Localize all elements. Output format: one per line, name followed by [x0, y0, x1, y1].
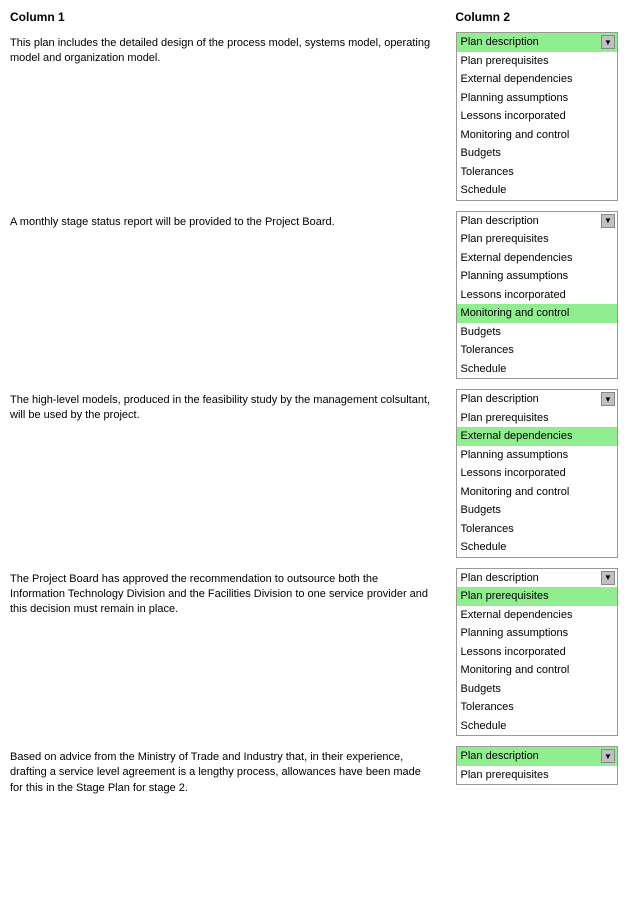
- list-item[interactable]: Plan prerequisites: [457, 230, 617, 249]
- list-item[interactable]: Monitoring and control: [457, 304, 617, 323]
- list-item[interactable]: Lessons incorporated: [457, 286, 617, 305]
- dropdown-list: Plan descriptionPlan prerequisites: [457, 747, 617, 784]
- header-row: Column 1 Column 2: [10, 10, 618, 24]
- col2-dropdown: ▼Plan descriptionPlan prerequisitesExter…: [456, 568, 618, 737]
- col2-dropdown: ▼Plan descriptionPlan prerequisitesExter…: [456, 32, 618, 201]
- list-item[interactable]: Schedule: [457, 181, 617, 200]
- list-item[interactable]: Tolerances: [457, 520, 617, 539]
- list-item[interactable]: Schedule: [457, 538, 617, 557]
- list-item[interactable]: Tolerances: [457, 163, 617, 182]
- list-item[interactable]: Plan prerequisites: [457, 52, 617, 71]
- list-item[interactable]: Budgets: [457, 501, 617, 520]
- dropdown-list: Plan descriptionPlan prerequisitesExtern…: [457, 390, 617, 557]
- dropdown-list: Plan descriptionPlan prerequisitesExtern…: [457, 569, 617, 736]
- list-item[interactable]: Planning assumptions: [457, 624, 617, 643]
- list-item[interactable]: Lessons incorporated: [457, 107, 617, 126]
- col2-header: Column 2: [455, 10, 618, 24]
- list-item[interactable]: Monitoring and control: [457, 483, 617, 502]
- table-row: This plan includes the detailed design o…: [10, 32, 618, 201]
- list-item[interactable]: Budgets: [457, 144, 617, 163]
- col2-dropdown: ▼Plan descriptionPlan prerequisitesExter…: [456, 211, 618, 380]
- dropdown-arrow-icon[interactable]: ▼: [601, 214, 615, 228]
- list-item[interactable]: Plan prerequisites: [457, 766, 617, 785]
- list-item[interactable]: External dependencies: [457, 427, 617, 446]
- dropdown-container: ▼Plan descriptionPlan prerequisitesExter…: [456, 211, 618, 380]
- dropdown-arrow-icon[interactable]: ▼: [601, 35, 615, 49]
- list-item[interactable]: Plan description: [457, 390, 617, 409]
- dropdown-arrow-icon[interactable]: ▼: [601, 392, 615, 406]
- list-item[interactable]: Schedule: [457, 360, 617, 379]
- list-item[interactable]: Planning assumptions: [457, 446, 617, 465]
- list-item[interactable]: Monitoring and control: [457, 661, 617, 680]
- table-row: Based on advice from the Ministry of Tra…: [10, 746, 618, 886]
- list-item[interactable]: Lessons incorporated: [457, 643, 617, 662]
- dropdown-arrow-icon[interactable]: ▼: [601, 749, 615, 763]
- list-item[interactable]: External dependencies: [457, 606, 617, 625]
- list-item[interactable]: Budgets: [457, 323, 617, 342]
- list-item[interactable]: External dependencies: [457, 70, 617, 89]
- list-item[interactable]: Plan description: [457, 747, 617, 766]
- table-row: A monthly stage status report will be pr…: [10, 211, 618, 380]
- list-item[interactable]: Tolerances: [457, 698, 617, 717]
- dropdown-container: ▼Plan descriptionPlan prerequisites: [456, 746, 618, 785]
- list-item[interactable]: Plan description: [457, 33, 617, 52]
- list-item[interactable]: Schedule: [457, 717, 617, 736]
- page: Column 1 Column 2 This plan includes the…: [0, 0, 628, 906]
- dropdown-arrow-icon[interactable]: ▼: [601, 571, 615, 585]
- list-item[interactable]: Budgets: [457, 680, 617, 699]
- dropdown-list: Plan descriptionPlan prerequisitesExtern…: [457, 212, 617, 379]
- dropdown-list: Plan descriptionPlan prerequisitesExtern…: [457, 33, 617, 200]
- dropdown-container: ▼Plan descriptionPlan prerequisitesExter…: [456, 389, 618, 558]
- col1-header: Column 1: [10, 10, 455, 24]
- table-row: The Project Board has approved the recom…: [10, 568, 618, 737]
- list-item[interactable]: Planning assumptions: [457, 89, 617, 108]
- list-item[interactable]: Plan description: [457, 569, 617, 588]
- list-item[interactable]: Planning assumptions: [457, 267, 617, 286]
- list-item[interactable]: Tolerances: [457, 341, 617, 360]
- dropdown-container: ▼Plan descriptionPlan prerequisitesExter…: [456, 568, 618, 737]
- col1-text: Based on advice from the Ministry of Tra…: [10, 746, 456, 796]
- col1-text: The high-level models, produced in the f…: [10, 389, 456, 424]
- col2-dropdown: ▼Plan descriptionPlan prerequisitesExter…: [456, 389, 618, 558]
- list-item[interactable]: Monitoring and control: [457, 126, 617, 145]
- col1-text: A monthly stage status report will be pr…: [10, 211, 456, 230]
- list-item[interactable]: Plan description: [457, 212, 617, 231]
- dropdown-container: ▼Plan descriptionPlan prerequisitesExter…: [456, 32, 618, 201]
- col1-text: This plan includes the detailed design o…: [10, 32, 456, 67]
- list-item[interactable]: Plan prerequisites: [457, 587, 617, 606]
- col1-text: The Project Board has approved the recom…: [10, 568, 456, 618]
- list-item[interactable]: External dependencies: [457, 249, 617, 268]
- rows-container: This plan includes the detailed design o…: [10, 32, 618, 886]
- list-item[interactable]: Plan prerequisites: [457, 409, 617, 428]
- list-item[interactable]: Lessons incorporated: [457, 464, 617, 483]
- table-row: The high-level models, produced in the f…: [10, 389, 618, 558]
- col2-dropdown: ▼Plan descriptionPlan prerequisites: [456, 746, 618, 785]
